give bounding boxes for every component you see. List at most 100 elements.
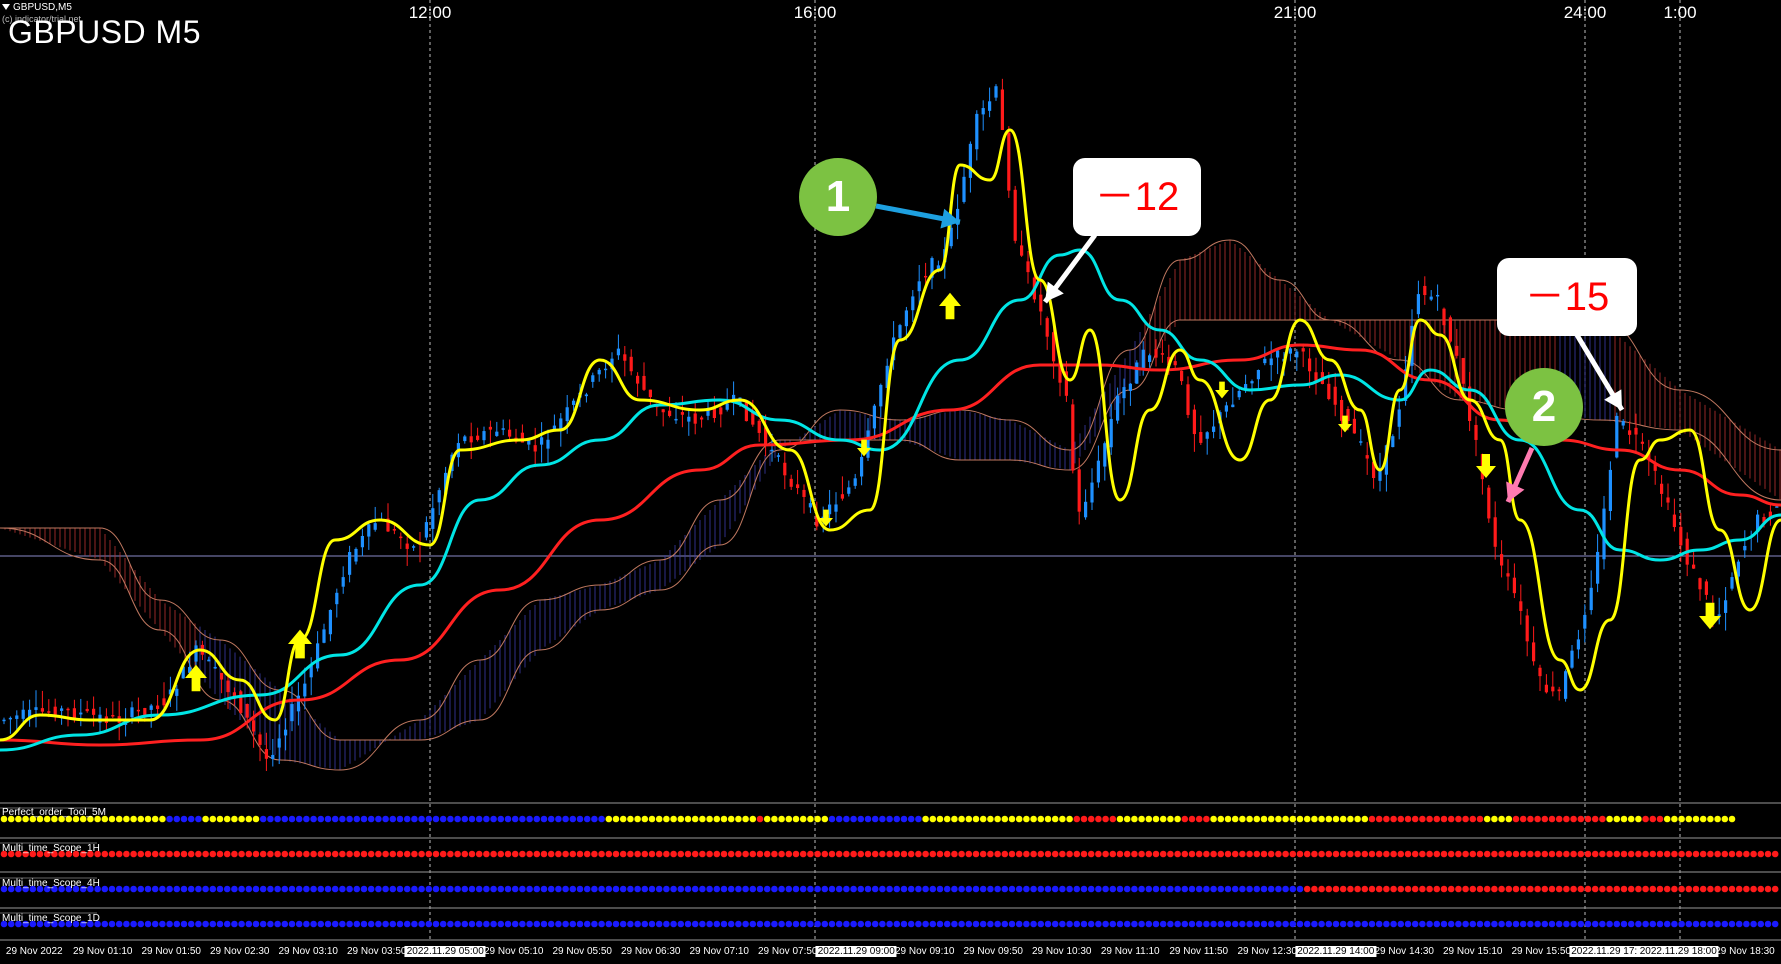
ma-order-dot [1512,815,1520,823]
candle-body [66,708,70,711]
trend-4h-dot [1311,885,1318,893]
axis-time-label: 29 Nov 05:50 [552,946,613,957]
ma-order-dot [403,815,411,823]
trend-4h-dot [1534,885,1541,893]
ma-order-dot [130,815,137,823]
ma-order-dot [1368,815,1376,823]
trend-1d-dot [670,920,677,928]
dropdown-icon[interactable] [2,4,10,11]
trend-4h-dot [1087,885,1095,893]
candle-body [1640,441,1644,444]
trend-4h-dot [663,885,670,893]
trend-4h-dot [1483,885,1491,893]
trend-1d-dot [655,920,663,928]
trend-1d-dot [375,920,382,928]
trend-1h-dot [1469,850,1477,858]
ma-order-dot [907,815,915,823]
trend-1d-dot [1311,920,1318,928]
trend-1h-dot [1555,850,1563,858]
candle-body [1128,383,1132,391]
candle-body [1628,430,1632,435]
trend-4h-dot [1455,885,1462,893]
trend-4h-dot [202,885,209,893]
trend-4h-dot [1246,885,1253,893]
trend-1d-dot [1030,920,1037,928]
ma-order-dot [1649,815,1657,823]
candle-body [322,629,326,643]
trend-1h-dot [317,850,325,858]
ma-order-dot [1519,815,1527,823]
trend-1d-dot [1037,920,1045,928]
trend-4h-dot [432,885,440,893]
candle-body [1295,351,1299,358]
trend-1d-dot [202,920,209,928]
time-label-top: 12:00 [408,3,452,22]
trend-1h-dot [454,850,461,858]
ma-order-dot [886,815,893,823]
chart-tab[interactable]: GBPUSD,M5 [2,2,72,13]
ma-order-dot [670,815,677,823]
trend-1d-dot [1066,920,1073,928]
candle-body [687,416,691,422]
ma-order-dot [1563,815,1570,823]
trend-1d-dot [1260,920,1268,928]
ma-order-dot [267,815,274,823]
trend-1d-dot [130,920,137,928]
trend-1d-dot [1534,920,1541,928]
candle-body [1455,345,1459,356]
trend-1h-dot [771,850,778,858]
trend-4h-dot [1253,885,1261,893]
trend-1d-dot [735,920,742,928]
trend-1h-dot [1671,850,1678,858]
candle-body [1660,483,1664,494]
ma-order-dot [547,815,555,823]
trend-4h-dot [857,885,865,893]
ma-order-dot [490,815,497,823]
trend-1h-dot [886,850,893,858]
price-chart[interactable] [0,0,1781,964]
trend-1h-dot [1678,850,1685,858]
candle-body [1000,89,1004,130]
ma-order-dot [151,815,159,823]
trend-4h-dot [763,885,771,893]
trend-1h-dot [108,850,116,858]
ma-order-dot [1339,815,1347,823]
trend-1h-dot [1037,850,1045,858]
trend-1h-dot [288,850,296,858]
ma-order-dot [1411,815,1419,823]
trend-4h-dot [591,885,598,893]
trend-1d-dot [1253,920,1261,928]
trend-1h-dot [540,850,548,858]
trend-1d-dot [979,920,987,928]
candle-body [1263,358,1267,364]
chart-window[interactable]: GBPUSD,M5 (c) indicator/trial.net GBPUSD… [0,0,1781,964]
trend-1d-dot [382,920,389,928]
trend-1h-dot [1354,850,1361,858]
candle-body [424,522,428,538]
trend-1h-dot [1757,850,1765,858]
ma-order-dot [699,815,706,823]
trend-1h-dot [555,850,562,858]
trend-4h-dot [677,885,685,893]
ma-order-dot [598,815,605,823]
trend-1h-dot [994,850,1001,858]
trend-1h-dot [1462,850,1469,858]
ma-order-dot [778,815,785,823]
candle-body [1544,684,1548,693]
ma-order-dot [115,815,123,823]
candle-body [1256,370,1260,380]
trend-1d-dot [1620,920,1628,928]
ma-order-dot [231,815,238,823]
ma-order-dot [583,815,591,823]
trend-1h-dot [619,850,627,858]
trend-4h-dot [1757,885,1765,893]
time-label-top: 1:00 [1663,3,1697,22]
trend-1d-dot [612,920,620,928]
trend-1h-dot [173,850,181,858]
ma-order-dot [735,815,742,823]
trend-4h-dot [353,885,361,893]
candle-body [1704,581,1708,595]
trend-1h-dot [202,850,209,858]
trend-1h-dot [1188,850,1196,858]
trend-1d-dot [1102,920,1109,928]
